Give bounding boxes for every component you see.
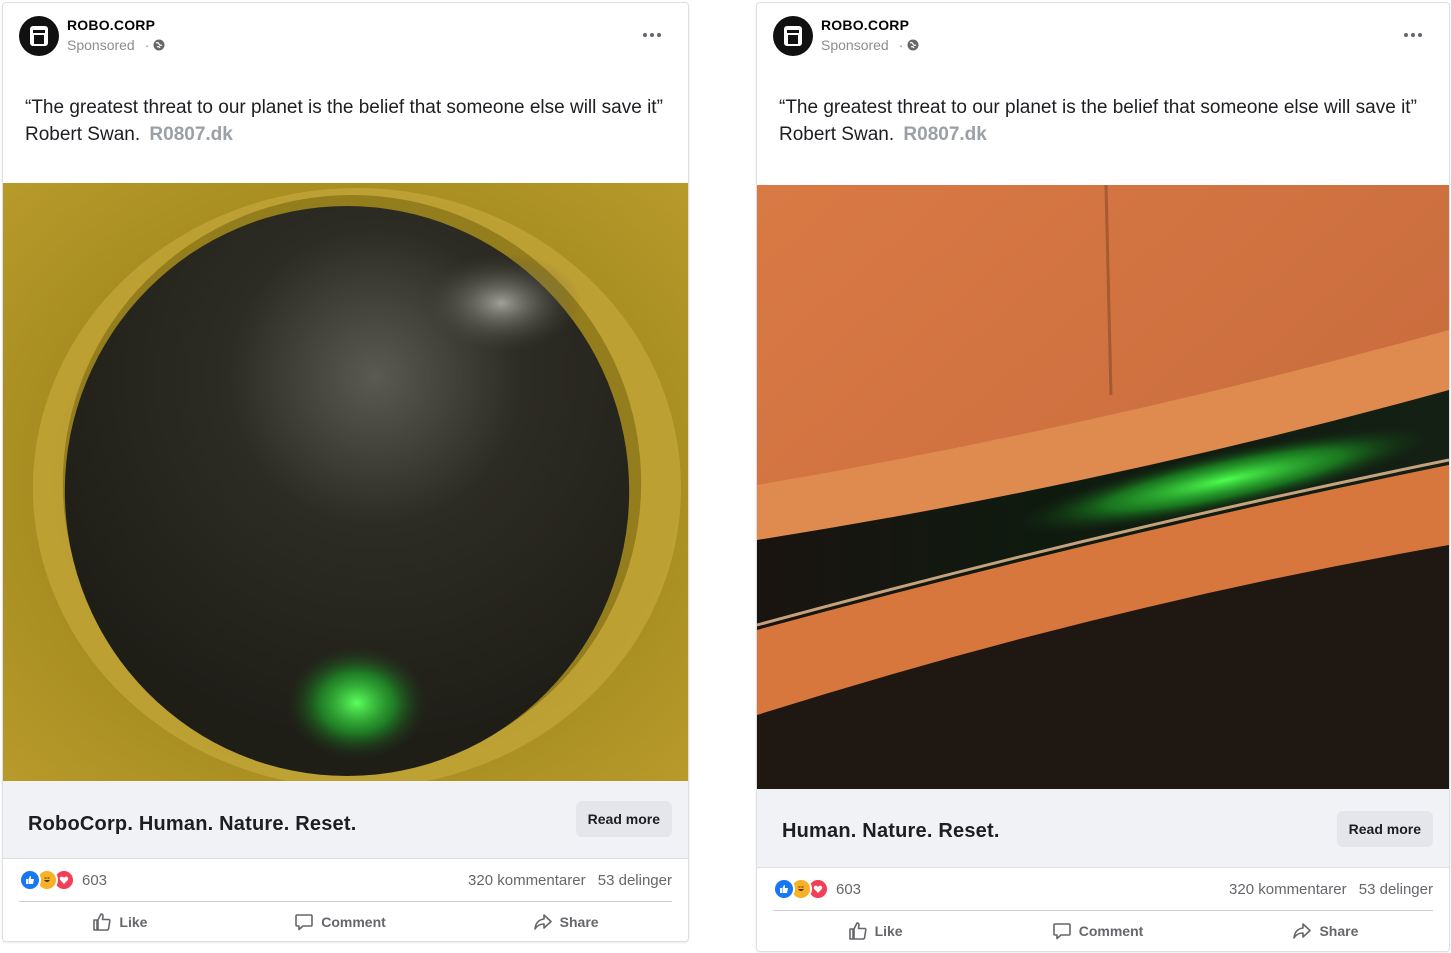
separator-dot: · <box>144 37 150 53</box>
caption-quote: “The greatest threat to our planet is th… <box>779 97 1417 118</box>
engagement-stats: 603 320 kommentarer 53 delinger <box>773 868 1433 911</box>
share-label: Share <box>559 914 599 930</box>
more-dot <box>1418 33 1422 37</box>
caption-link[interactable]: R0807.dk <box>903 124 986 145</box>
caption-author: Robert Swan. <box>779 124 895 145</box>
post-image[interactable] <box>3 183 688 781</box>
link-preview-bar[interactable]: Human. Nature. Reset. Read more <box>757 789 1449 868</box>
reactions-summary[interactable]: 603 <box>19 869 107 891</box>
comment-button[interactable]: Comment <box>1032 915 1164 947</box>
ad-headline[interactable]: Human. Nature. Reset. <box>782 820 1000 843</box>
thumbs-up-icon <box>93 913 112 931</box>
share-count[interactable]: 53 delinger <box>1359 881 1433 898</box>
post-image[interactable] <box>757 185 1449 789</box>
share-arrow-icon <box>533 914 552 930</box>
thumbs-up-icon <box>848 922 867 940</box>
comment-share-counts: 320 kommentarer 53 delinger <box>468 872 672 889</box>
like-label: Like <box>119 914 148 930</box>
comment-label: Comment <box>321 914 386 930</box>
robot-logo-icon[interactable] <box>773 16 813 56</box>
separator-dot: · <box>898 37 904 53</box>
post-caption: “The greatest threat to our planet is th… <box>25 94 672 148</box>
read-more-button[interactable]: Read more <box>575 801 672 837</box>
more-dot <box>657 33 661 37</box>
more-horizontal-icon <box>1404 33 1408 37</box>
like-button[interactable]: Like <box>828 915 923 947</box>
more-options-button[interactable] <box>638 21 666 49</box>
post-header: ROBO.CORP Sponsored · <box>3 3 688 73</box>
sponsored-label: Sponsored · <box>821 37 919 53</box>
link-preview-bar[interactable]: RoboCorp. Human. Nature. Reset. Read mor… <box>3 781 688 859</box>
page-name[interactable]: ROBO.CORP <box>67 17 155 33</box>
comment-share-counts: 320 kommentarer 53 delinger <box>1229 881 1433 898</box>
reactions-summary[interactable]: 603 <box>773 878 861 900</box>
reaction-count: 603 <box>82 871 108 889</box>
comment-bubble-icon <box>1052 923 1071 940</box>
comment-count[interactable]: 320 kommentarer <box>1229 881 1347 898</box>
share-button[interactable]: Share <box>513 906 619 938</box>
engagement-stats: 603 320 kommentarer 53 delinger <box>19 859 672 902</box>
more-options-button[interactable] <box>1399 21 1427 49</box>
sponsored-post-1: ROBO.CORP Sponsored · “The greatest thre… <box>2 2 689 942</box>
share-label: Share <box>1319 923 1359 939</box>
comment-count[interactable]: 320 kommentarer <box>468 872 586 889</box>
caption-author: Robert Swan. <box>25 124 141 145</box>
caption-link[interactable]: R0807.dk <box>149 124 232 145</box>
action-bar: Like Comment Share <box>773 911 1433 951</box>
reaction-count: 603 <box>836 880 862 898</box>
globe-icon <box>153 39 165 51</box>
share-count[interactable]: 53 delinger <box>598 872 672 889</box>
like-button[interactable]: Like <box>72 906 167 938</box>
sponsored-text[interactable]: Sponsored <box>67 37 135 53</box>
more-horizontal-icon <box>643 33 647 37</box>
comment-label: Comment <box>1078 923 1144 939</box>
caption-quote: “The greatest threat to our planet is th… <box>25 97 663 118</box>
post-header: ROBO.CORP Sponsored · <box>757 3 1449 73</box>
share-button[interactable]: Share <box>1272 915 1378 947</box>
sponsored-text[interactable]: Sponsored <box>821 37 889 53</box>
sponsored-label: Sponsored · <box>67 37 165 53</box>
like-label: Like <box>874 923 903 939</box>
action-bar: Like Comment Share <box>19 902 672 941</box>
more-dot <box>650 33 654 37</box>
page-name[interactable]: ROBO.CORP <box>821 17 909 33</box>
share-arrow-icon <box>1293 923 1312 939</box>
ad-headline[interactable]: RoboCorp. Human. Nature. Reset. <box>28 813 356 836</box>
comment-bubble-icon <box>295 914 314 931</box>
like-reaction-icon <box>773 878 795 900</box>
globe-icon <box>907 39 919 51</box>
robot-logo-icon[interactable] <box>19 16 59 56</box>
more-dot <box>1411 33 1415 37</box>
post-caption: “The greatest threat to our planet is th… <box>779 94 1433 148</box>
like-reaction-icon <box>19 869 41 891</box>
comment-button[interactable]: Comment <box>274 906 406 938</box>
sponsored-post-2: ROBO.CORP Sponsored · “The greatest thre… <box>756 2 1450 952</box>
read-more-button[interactable]: Read more <box>1336 811 1433 847</box>
